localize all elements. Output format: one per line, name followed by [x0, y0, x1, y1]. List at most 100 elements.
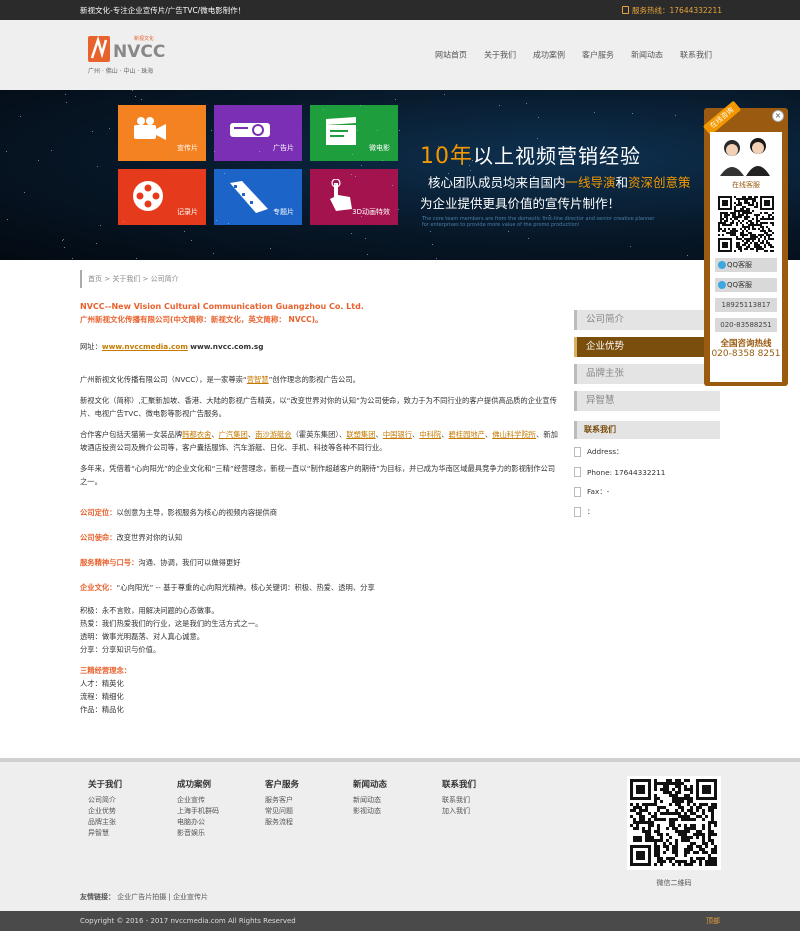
footer-col-title[interactable]: 关于我们	[88, 780, 122, 791]
star-dot	[100, 224, 102, 226]
star-dot	[63, 247, 65, 249]
star-dot	[92, 131, 94, 133]
hero-banner: 宣传片 广告片 微电影 记录片 专题片 3D动画特效 10年以上视频营销经验 核…	[0, 90, 800, 260]
close-icon[interactable]: ×	[772, 110, 784, 122]
phone-number-2[interactable]: 020-83588251	[715, 318, 777, 332]
breadcrumb[interactable]: 首页 > 关于我们 > 公司简介	[80, 270, 179, 288]
site-link-1[interactable]: www.nvccmedia.com	[102, 342, 188, 351]
phone-number-1[interactable]: 18925113817	[715, 298, 777, 312]
contact-email: ：	[574, 505, 720, 519]
footer-link[interactable]: 企业优势	[88, 806, 122, 817]
footer-col-title[interactable]: 客户服务	[265, 780, 299, 791]
site-link-2[interactable]: www.nvcc.com.sg	[190, 342, 263, 351]
client-link[interactable]: 碧桂园地产	[449, 430, 485, 439]
star-dot	[629, 245, 631, 247]
nav-home[interactable]: 网站首页	[435, 50, 467, 61]
tile-ad[interactable]: 广告片	[214, 105, 302, 161]
footer-link[interactable]: 影音娱乐	[177, 828, 219, 839]
footer-link[interactable]: 上海手机群码	[177, 806, 219, 817]
nav-about[interactable]: 关于我们	[484, 50, 516, 61]
star-dot	[216, 220, 218, 222]
friend-links-list[interactable]: 企业广告片拍摄 | 企业宣传片	[117, 893, 208, 901]
slogan-line2c: 和	[615, 175, 629, 190]
footer-col-title[interactable]: 成功案例	[177, 780, 219, 791]
qq-service-button-1[interactable]: QQ客服	[715, 258, 777, 272]
star-dot	[62, 239, 64, 241]
email-icon	[574, 507, 581, 517]
tile-label: 广告片	[273, 144, 294, 152]
footer-link[interactable]: 联系我们	[442, 795, 476, 806]
tile-documentary[interactable]: 记录片	[118, 169, 206, 225]
intro-highlight[interactable]: 营智慧	[247, 375, 269, 384]
star-dot	[136, 257, 138, 259]
footer-link[interactable]: 品牌主张	[88, 817, 122, 828]
top-slogan: 新视文化-专注企业宣传片/广告TVC/微电影制作！	[80, 5, 246, 15]
footer-link[interactable]: 服务客户	[265, 795, 299, 806]
top-hotline: 服务热线：17644332211	[622, 5, 722, 16]
client-link[interactable]: 韩都衣舍	[182, 430, 211, 439]
client-link[interactable]: 联塑集团	[346, 430, 375, 439]
footer-link[interactable]: 电脑办公	[177, 817, 219, 828]
tile-microfilm[interactable]: 微电影	[310, 105, 398, 161]
three-item: 作品：精品化	[80, 705, 124, 714]
qq-service-button-2[interactable]: QQ客服	[715, 278, 777, 292]
nav-service[interactable]: 客户服务	[582, 50, 614, 61]
back-to-top-link[interactable]: 顶部	[706, 911, 720, 931]
slogan-line2d: 资深创意策	[628, 175, 691, 190]
sidebar-item-advantage[interactable]: 企业优势	[574, 337, 720, 357]
star-dot	[223, 173, 225, 174]
projector-icon	[230, 123, 270, 137]
star-dot	[66, 101, 68, 103]
client-link[interactable]: 南沙游艇会	[255, 430, 291, 439]
client-link[interactable]: 中国银行	[383, 430, 412, 439]
star-dot	[38, 160, 40, 162]
nav-news[interactable]: 新闻动态	[631, 50, 663, 61]
footer-link[interactable]: 公司简介	[88, 795, 122, 806]
footer-link[interactable]: 新闻动态	[353, 795, 387, 806]
footer-link[interactable]: 异智慧	[88, 828, 122, 839]
slogan-line3: 为企业提供更具价值的宣传片制作！	[420, 196, 621, 211]
star-dot	[258, 150, 260, 152]
site-logo[interactable]: NVCC 广州 · 佛山 · 中山 · 珠海 新视文化	[86, 32, 176, 78]
star-dot	[594, 112, 596, 114]
client-link[interactable]: 广汽集团	[219, 430, 248, 439]
tile-promo[interactable]: 宣传片	[118, 105, 206, 161]
sidebar-item-brand[interactable]: 品牌主张	[574, 364, 720, 384]
footer-link[interactable]: 影视动态	[353, 806, 387, 817]
culture-text: “心向阳光” -- 基于尊重的心向阳光精神。核心关键词：积极、热爱、透明、分享	[116, 583, 375, 592]
footer-link[interactable]: 常见问题	[265, 806, 299, 817]
footer-col-title[interactable]: 联系我们	[442, 780, 476, 791]
client-link[interactable]: 佛山科学院所	[492, 430, 536, 439]
star-dot	[565, 208, 567, 210]
hotline-title: 全国咨询热线	[720, 339, 772, 349]
intro-text: 广州新视文化传播有限公司（NVCC），是一家尊崇“	[80, 375, 247, 384]
star-dot	[322, 108, 324, 110]
sidebar-item-wisdom[interactable]: 异智慧	[574, 391, 720, 411]
tile-3d[interactable]: 3D动画特效	[310, 169, 398, 225]
footer-link[interactable]: 服务流程	[265, 817, 299, 828]
client-link[interactable]: 中科院	[419, 430, 441, 439]
star-dot	[361, 215, 363, 217]
star-dot	[686, 254, 688, 256]
footer-link[interactable]: 加入我们	[442, 806, 476, 817]
online-service-label[interactable]: 在线客服	[710, 180, 782, 190]
contact-address: Address：	[574, 445, 720, 459]
star-dot	[499, 104, 501, 106]
footer-link[interactable]: 企业宣传	[177, 795, 219, 806]
location-icon	[574, 447, 581, 457]
star-dot	[398, 209, 400, 211]
star-dot	[108, 128, 110, 130]
sidebar-item-profile[interactable]: 公司简介	[574, 310, 720, 330]
contact-fax: Fax：-	[574, 485, 720, 499]
star-dot	[131, 90, 133, 92]
star-dot	[149, 141, 151, 143]
three-item: 人才：精英化	[80, 679, 124, 688]
tile-special[interactable]: 专题片	[214, 169, 302, 225]
footer-col-title[interactable]: 新闻动态	[353, 780, 387, 791]
star-dot	[436, 258, 438, 260]
nav-contact[interactable]: 联系我们	[680, 50, 712, 61]
footer-col-news: 新闻动态 新闻动态 影视动态	[353, 780, 387, 817]
nav-cases[interactable]: 成功案例	[533, 50, 565, 61]
star-dot	[213, 252, 215, 254]
footer-col-about: 关于我们 公司简介 企业优势 品牌主张 异智慧	[88, 780, 122, 839]
